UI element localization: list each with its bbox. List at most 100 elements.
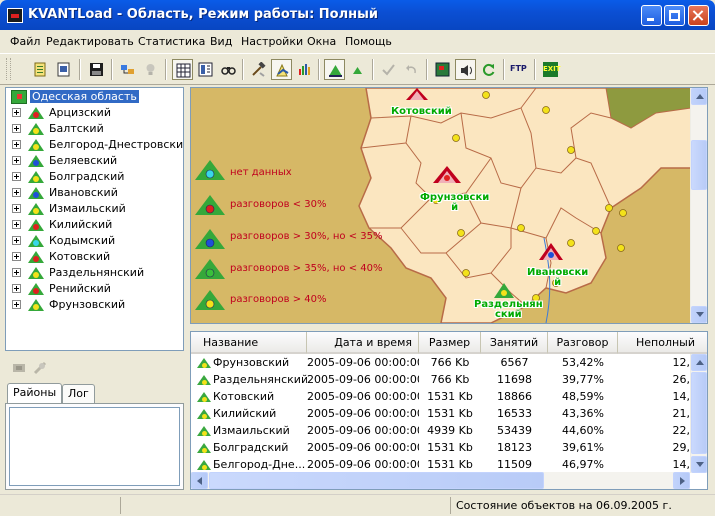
- map-vertical-scrollbar[interactable]: [690, 88, 707, 323]
- tree-item[interactable]: Измаильский: [6, 201, 183, 217]
- undo-button[interactable]: [401, 59, 422, 80]
- table-row[interactable]: Измаильский 2005-09-06 00:00:00 4939 Kb 534…: [191, 422, 704, 439]
- menu-statistics[interactable]: Статистика: [138, 35, 205, 48]
- expand-icon[interactable]: [12, 204, 21, 213]
- col-header-size[interactable]: Размер: [419, 332, 481, 354]
- tree-item[interactable]: Ивановский: [6, 185, 183, 201]
- map-label-frunzovsky: Фрунзовски й: [420, 192, 490, 213]
- tree-item[interactable]: Балтский: [6, 121, 183, 137]
- chart-button[interactable]: [271, 59, 292, 80]
- apply-button[interactable]: [378, 59, 399, 80]
- table-hscroll-thumb[interactable]: [209, 472, 544, 489]
- ftp-button[interactable]: FTP: [509, 59, 530, 80]
- toolbar-grip[interactable]: [6, 58, 11, 80]
- app-icon[interactable]: [7, 8, 23, 23]
- table-row[interactable]: Котовский 2005-09-06 00:00:00 1531 Kb 18866…: [191, 388, 704, 405]
- table-row[interactable]: Килийский 2005-09-06 00:00:00 1531 Kb 16533…: [191, 405, 704, 422]
- expand-icon[interactable]: [12, 236, 21, 245]
- refresh-button[interactable]: [478, 59, 499, 80]
- table-horizontal-scrollbar[interactable]: [191, 472, 690, 489]
- menu-help[interactable]: Помощь: [345, 35, 392, 48]
- status-dot-icon: [202, 414, 207, 419]
- tree-item[interactable]: Болградский: [6, 169, 183, 185]
- tab-districts[interactable]: Районы: [7, 383, 62, 404]
- cell-size: 1531 Kb: [427, 390, 473, 403]
- exit-button[interactable]: EXIT: [540, 59, 561, 80]
- report-button[interactable]: [53, 59, 74, 80]
- table-scroll-up-button[interactable]: [691, 354, 707, 371]
- map-scroll-up-button[interactable]: [691, 88, 707, 105]
- connect-icon[interactable]: [11, 360, 27, 376]
- col-header-talk[interactable]: Разговор: [548, 332, 618, 354]
- districts-list-box[interactable]: [9, 407, 180, 486]
- ftp-settings-button[interactable]: [117, 59, 138, 80]
- cell-busy: 16533: [497, 407, 532, 420]
- title-bar[interactable]: KVANTLoad - Область, Режим работы: Полны…: [0, 0, 715, 30]
- district-table[interactable]: Название Дата и время Размер Занятий Раз…: [190, 331, 708, 490]
- menu-view[interactable]: Вид: [210, 35, 232, 48]
- disconnect-icon[interactable]: [32, 360, 48, 376]
- expand-icon[interactable]: [12, 252, 21, 261]
- expand-icon[interactable]: [12, 172, 21, 181]
- table-row[interactable]: Фрунзовский 2005-09-06 00:00:00 766 Kb 6567…: [191, 354, 704, 371]
- tree-item[interactable]: Фрунзовский: [6, 297, 183, 313]
- cell-name: Фрунзовский: [213, 356, 290, 369]
- menu-file[interactable]: Файл: [10, 35, 40, 48]
- map-button[interactable]: [432, 59, 453, 80]
- col-header-busy[interactable]: Занятий: [481, 332, 548, 354]
- tree-item[interactable]: Ренийский: [6, 281, 183, 297]
- hide-regions-button[interactable]: [347, 59, 368, 80]
- table-row[interactable]: Раздельнянский 2005-09-06 00:00:00 766 Kb 1…: [191, 371, 704, 388]
- expand-icon[interactable]: [12, 300, 21, 309]
- tree-item[interactable]: Арцизский: [6, 105, 183, 121]
- table-scroll-thumb[interactable]: [691, 372, 707, 454]
- col-header-datetime[interactable]: Дата и время: [307, 332, 419, 354]
- tools-button[interactable]: [248, 59, 269, 80]
- tree-item[interactable]: Котовский: [6, 249, 183, 265]
- save-button[interactable]: [86, 59, 107, 80]
- status-dot-icon: [33, 192, 39, 198]
- tree-item[interactable]: Белгород-Днестровский: [6, 137, 183, 153]
- map-scroll-thumb[interactable]: [691, 140, 707, 190]
- zoom-button[interactable]: [218, 59, 239, 80]
- expand-icon[interactable]: [12, 108, 21, 117]
- table-row[interactable]: Белгород-Дне... 2005-09-06 00:00:00 1531 K…: [191, 456, 704, 473]
- minimize-button[interactable]: [641, 5, 662, 26]
- maximize-button[interactable]: [664, 5, 685, 26]
- menu-edit[interactable]: Редактировать: [46, 35, 134, 48]
- table-scroll-left-button[interactable]: [191, 472, 208, 489]
- grid-view-button[interactable]: [172, 59, 193, 80]
- col-header-incomplete[interactable]: Неполный: [618, 332, 707, 354]
- expand-icon[interactable]: [12, 220, 21, 229]
- open-button[interactable]: [30, 59, 51, 80]
- district-tree[interactable]: Одесская область Арцизский Балтский Белгор…: [5, 87, 184, 351]
- menu-settings[interactable]: Настройки: [241, 35, 303, 48]
- expand-icon[interactable]: [12, 268, 21, 277]
- map-scroll-down-button[interactable]: [691, 306, 707, 323]
- tree-root-item[interactable]: Одесская область: [6, 89, 183, 105]
- undo-icon: [406, 65, 416, 74]
- statistics-button[interactable]: [294, 59, 315, 80]
- split-view-button[interactable]: [195, 59, 216, 80]
- table-scroll-right-button[interactable]: [673, 472, 690, 489]
- sound-button[interactable]: [455, 59, 476, 80]
- tree-item[interactable]: Килийский: [6, 217, 183, 233]
- tree-item[interactable]: Беляевский: [6, 153, 183, 169]
- expand-icon[interactable]: [12, 140, 21, 149]
- map-view[interactable]: Котовский Фрунзовски й Ивановски й Раздель…: [190, 87, 708, 324]
- expand-icon[interactable]: [12, 124, 21, 133]
- tree-item[interactable]: Кодымский: [6, 233, 183, 249]
- table-vertical-scrollbar[interactable]: [690, 354, 707, 473]
- table-scroll-down-button[interactable]: [691, 456, 707, 473]
- show-regions-button[interactable]: [324, 59, 345, 80]
- disabled-tool-button[interactable]: [140, 59, 161, 80]
- expand-icon[interactable]: [12, 188, 21, 197]
- tab-log[interactable]: Лог: [62, 384, 95, 403]
- expand-icon[interactable]: [12, 284, 21, 293]
- table-row[interactable]: Болградский 2005-09-06 00:00:00 1531 Kb 181…: [191, 439, 704, 456]
- col-header-name[interactable]: Название: [191, 332, 307, 354]
- expand-icon[interactable]: [12, 156, 21, 165]
- tree-item[interactable]: Раздельнянский: [6, 265, 183, 281]
- menu-windows[interactable]: Окна: [307, 35, 336, 48]
- close-button[interactable]: [688, 5, 709, 26]
